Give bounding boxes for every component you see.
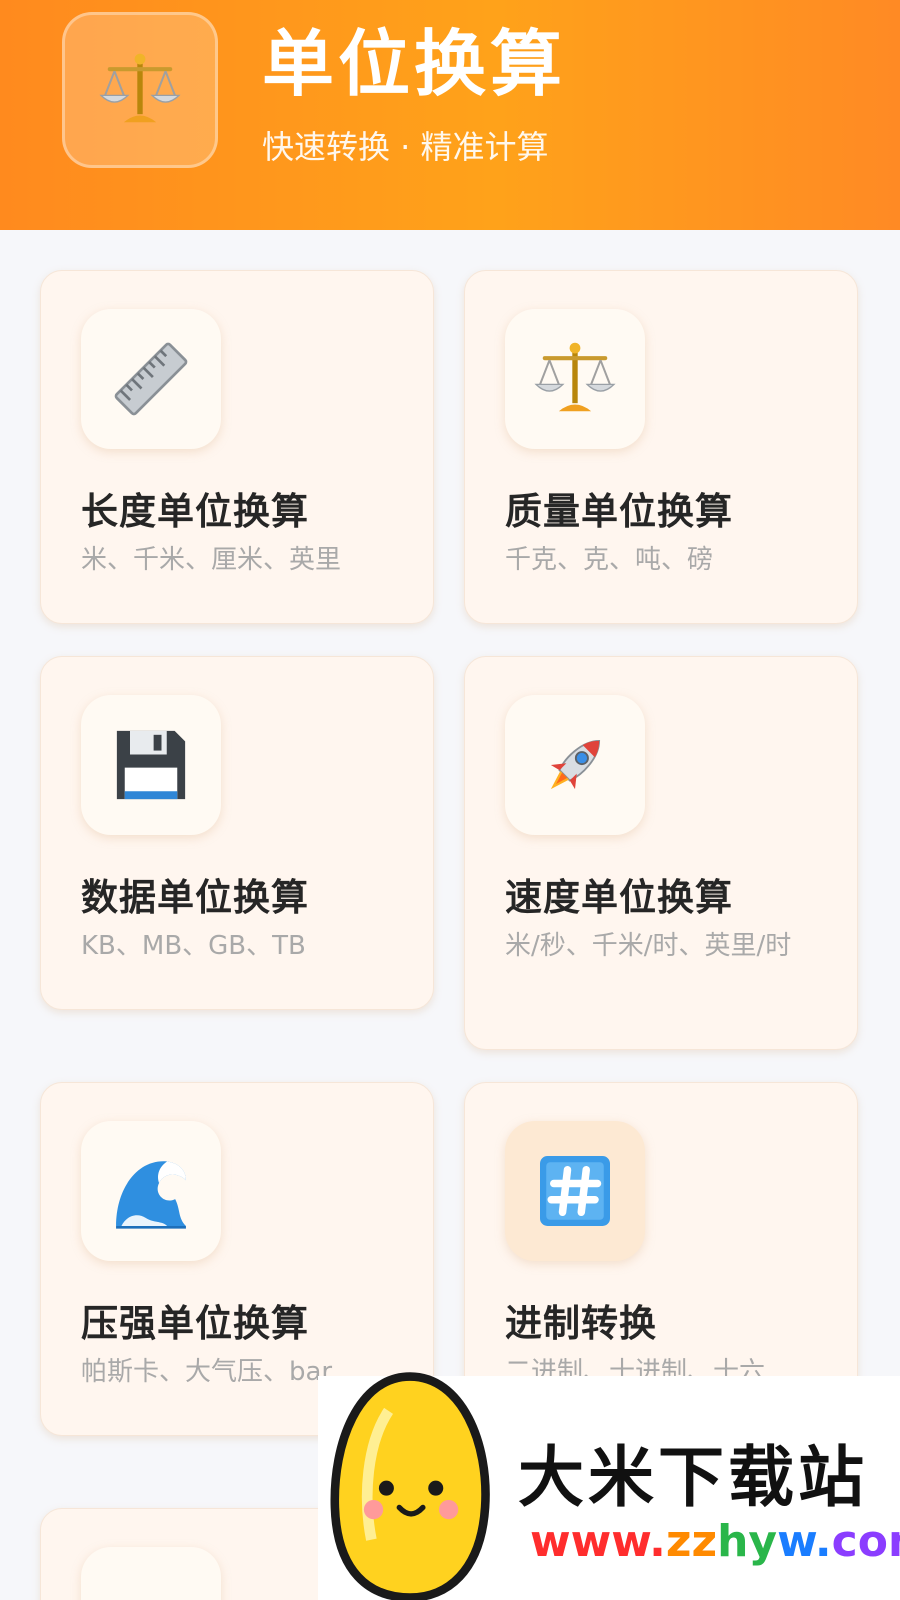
card-title: 质量单位换算 (505, 490, 733, 533)
ruler-icon (114, 342, 188, 416)
card-description: 米、千米、厘米、英里 (81, 545, 342, 575)
scales-icon (534, 342, 616, 412)
floppy-disk-icon (116, 730, 186, 800)
mascot-icon (330, 1372, 490, 1600)
card-data[interactable]: 数据单位换算 KB、MB、GB、TB (40, 656, 434, 1010)
watermark-name: 大米下载站 (518, 1439, 868, 1516)
page-subtitle: 快速转换 · 精准计算 (262, 128, 549, 166)
watermark-url: www.zzhyw.com (530, 1516, 900, 1567)
card-title: 数据单位换算 (81, 876, 309, 919)
card-title: 压强单位换算 (81, 1302, 309, 1345)
card-description: KB、MB、GB、TB (81, 931, 306, 961)
card-description: 米/秒、千米/时、英里/时 (505, 931, 792, 961)
card-icon-box (81, 695, 221, 835)
app-header: 单位换算 快速转换 · 精准计算 (0, 0, 900, 230)
rocket-icon (550, 739, 601, 790)
app-logo (62, 12, 218, 168)
card-icon-box (505, 309, 645, 449)
card-icon-box (81, 309, 221, 449)
card-speed[interactable]: 速度单位换算 米/秒、千米/时、英里/时 (464, 656, 858, 1050)
card-icon-box (81, 1547, 221, 1600)
card-icon-box (81, 1121, 221, 1261)
card-title: 进制转换 (505, 1302, 657, 1345)
hash-icon (540, 1156, 610, 1226)
card-title: 速度单位换算 (505, 876, 733, 919)
card-description: 千克、克、吨、磅 (505, 545, 714, 575)
card-icon-box (505, 1121, 645, 1261)
card-mass[interactable]: 质量单位换算 千克、克、吨、磅 (464, 270, 858, 624)
card-length[interactable]: 长度单位换算 米、千米、厘米、英里 (40, 270, 434, 624)
wave-icon (116, 1161, 186, 1229)
scales-icon (99, 53, 181, 123)
card-title: 长度单位换算 (81, 490, 309, 533)
card-icon-box (505, 695, 645, 835)
watermark: 大米下载站 www.zzhyw.com (318, 1372, 900, 1600)
page-title: 单位换算 (262, 22, 567, 106)
